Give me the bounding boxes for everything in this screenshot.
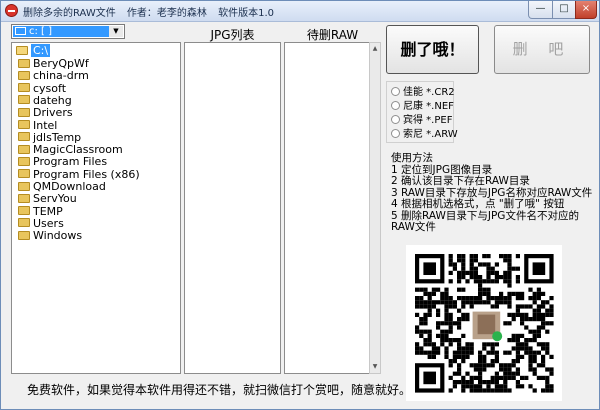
dir-item-label: Drivers [33,106,73,120]
dir-item-label: TEMP [33,204,63,218]
folder-icon [18,95,30,105]
title-author: 作者：老李的森林 [126,8,207,19]
raw-list-header: 待删RAW [306,28,359,42]
dir-item[interactable]: china-drm [18,70,89,82]
close-button[interactable]: × [575,1,597,19]
delete-confirm-button[interactable]: 删 吧 [494,25,590,74]
maximize-button[interactable]: □ [552,1,576,19]
radio-label: 索尼 *.ARW [403,129,458,140]
dir-item[interactable]: Users [18,216,64,230]
drive-select[interactable]: c: [ ] ▼ [11,24,125,39]
folder-icon [18,181,30,191]
qr-code-icon [415,254,554,393]
drive-select-value: c: [ ] [13,26,109,37]
radio-label: 佳能 *.CR2 [403,87,455,98]
dir-item[interactable]: datehg [18,93,72,107]
folder-icon [18,144,30,154]
dir-item-label: ServYou [33,192,77,206]
radio-sony[interactable]: 索尼 *.ARW [391,128,458,141]
folder-icon [18,120,30,129]
window-title: 删除多余的RAW文件 作者：老李的森林 软件版本1.0 [23,4,282,19]
usage-instructions: 使用方法 1 定位到JPG图像目录 2 确认该目录下存在RAW目录 3 RAW目… [391,152,592,234]
dir-item-label: MagicClassroom [33,143,123,157]
dir-item[interactable]: Program Files (x86) [18,167,140,181]
dir-item-label: Program Files (x86) [33,167,140,181]
wechat-qr-code [406,245,562,401]
drive-label: c: [ ] [29,26,53,37]
scroll-up-icon[interactable]: ▲ [370,43,380,55]
folder-icon [18,70,30,80]
title-version: 软件版本1.0 [218,8,275,19]
dir-item[interactable]: ServYou [18,193,77,205]
folder-icon [18,58,30,68]
title-app-name: 删除多余的RAW文件 [23,8,116,19]
usage-step: 2 确认该目录下存在RAW目录 [391,175,530,187]
dir-item[interactable]: Intel [18,118,58,132]
folder-icon [18,156,30,166]
folder-icon [18,206,30,216]
dir-item[interactable]: Windows [18,230,82,242]
dir-item-label: jdlsTemp [33,130,82,144]
folder-icon [18,107,30,117]
jpg-list[interactable] [184,42,281,374]
directory-tree[interactable]: C:\ BeryQpWf china-drm cysoft datehg Drivers… [11,42,181,374]
radio-canon[interactable]: 佳能 *.CR2 [391,86,455,99]
radio-label: 宾得 *.PEF [403,115,453,126]
dir-item[interactable]: jdlsTemp [18,130,82,144]
minimize-button[interactable]: — [528,1,553,19]
app-window: 删除多余的RAW文件 作者：老李的森林 软件版本1.0 — □ × c: [ ]… [0,0,600,410]
dir-item-label: Windows [33,229,83,243]
dir-item-label: china-drm [33,69,89,83]
folder-icon [18,132,30,142]
scroll-down-icon[interactable]: ▼ [370,361,380,373]
dir-item[interactable]: cysoft [18,81,67,95]
app-icon [5,4,18,17]
radio-circle-icon [391,114,400,124]
raw-list-scrollbar[interactable]: ▲ ▼ [369,42,381,374]
radio-circle-icon [391,128,400,138]
dir-item[interactable]: Drivers [18,107,73,119]
open-folder-icon [16,45,28,55]
usage-step: RAW文件 [391,221,436,233]
dir-item-label: datehg [33,93,72,107]
camera-format-group: 佳能 *.CR2 尼康 *.NEF 宾得 *.PEF 索尼 *.ARW [386,81,458,143]
usage-step: 4 根据相机选格式，点 "删了哦" 按钮 [391,198,565,210]
dir-item-label: BeryQpWf [33,57,89,70]
dir-item[interactable]: Program Files [18,156,107,168]
dir-item-label: Intel [33,118,58,132]
drive-icon [15,27,26,35]
title-bar[interactable]: 删除多余的RAW文件 作者：老李的森林 软件版本1.0 — □ × [1,1,599,22]
delete-button[interactable]: 删了哦！ [386,25,479,74]
jpg-list-header: JPG列表 [210,28,255,42]
radio-circle-icon [391,100,400,110]
chevron-down-icon[interactable]: ▼ [109,26,123,37]
folder-icon [18,83,30,93]
folder-icon [18,193,30,203]
radio-nikon[interactable]: 尼康 *.NEF [391,100,454,113]
dir-item-label: C:\ [31,44,51,57]
folder-icon [18,230,30,240]
dir-item-label: Users [33,216,64,230]
radio-pentax[interactable]: 宾得 *.PEF [391,114,452,127]
footer-donate-text: 免费软件，如果觉得本软件用得还不错，就扫微信打个赏吧，随意就好。 [27,383,412,397]
radio-circle-icon [391,86,400,96]
dir-item[interactable]: TEMP [18,204,63,218]
dir-item[interactable]: QMDownload [18,181,106,193]
radio-label: 尼康 *.NEF [403,101,454,112]
dir-item-label: cysoft [33,81,67,95]
dir-item-label: Program Files [33,155,108,169]
raw-list[interactable] [284,42,370,374]
folder-icon [18,218,30,228]
dir-item-label: QMDownload [33,180,106,193]
dir-item[interactable]: MagicClassroom [18,144,123,156]
dir-item[interactable]: BeryQpWf [18,58,89,70]
folder-icon [18,169,30,179]
usage-title: 使用方法 [391,152,433,164]
dir-item-root[interactable]: C:\ [16,44,51,57]
